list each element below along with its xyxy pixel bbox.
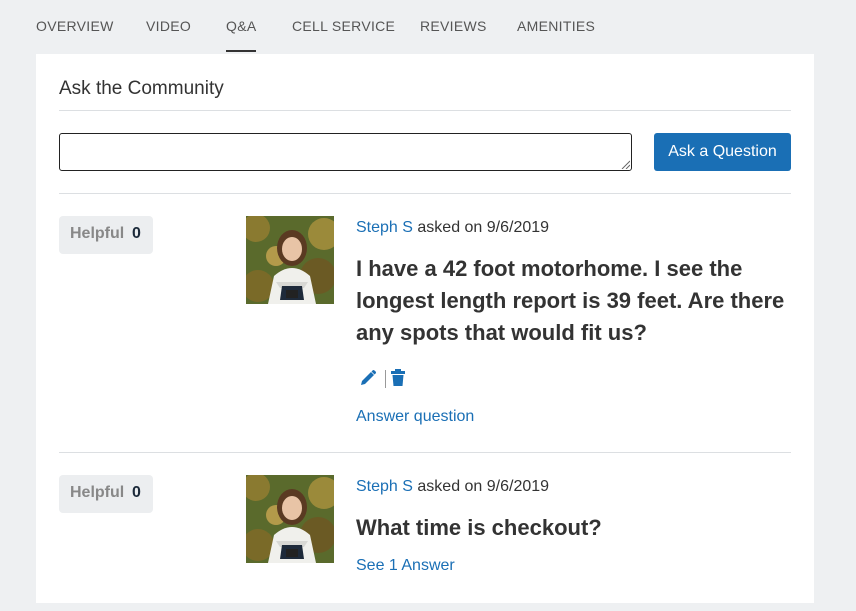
asked-date: asked on 9/6/2019 bbox=[417, 478, 550, 495]
action-divider bbox=[385, 370, 386, 388]
community-title: Ask the Community bbox=[59, 78, 224, 99]
tab-cell-service[interactable]: CELL SERVICE bbox=[292, 18, 395, 34]
tab-qa[interactable]: Q&A bbox=[226, 18, 257, 52]
tab-reviews[interactable]: REVIEWS bbox=[420, 18, 487, 34]
tab-video[interactable]: VIDEO bbox=[146, 18, 191, 34]
pencil-icon[interactable] bbox=[359, 369, 377, 387]
divider bbox=[59, 110, 791, 111]
avatar bbox=[246, 475, 334, 563]
user-link[interactable]: Steph S bbox=[356, 478, 413, 495]
question-text: What time is checkout? bbox=[356, 515, 602, 540]
tab-amenities[interactable]: AMENITIES bbox=[517, 18, 595, 34]
question-actions bbox=[359, 369, 409, 389]
see-answers-link[interactable]: See 1 Answer bbox=[356, 557, 455, 575]
helpful-count: 0 bbox=[132, 225, 141, 242]
question-meta: Steph S asked on 9/6/2019 bbox=[356, 219, 549, 237]
helpful-label: Helpful bbox=[70, 484, 125, 501]
divider bbox=[59, 193, 791, 194]
helpful-button[interactable]: Helpful 0 bbox=[59, 475, 153, 513]
tab-bar: OVERVIEW VIDEO Q&A CELL SERVICE REVIEWS … bbox=[0, 0, 856, 54]
avatar bbox=[246, 216, 334, 304]
asked-date: asked on 9/6/2019 bbox=[417, 219, 550, 236]
helpful-count: 0 bbox=[132, 484, 141, 501]
community-card: Ask the Community Ask a Question Helpful… bbox=[36, 54, 814, 603]
trash-icon[interactable] bbox=[390, 369, 406, 387]
ask-question-button[interactable]: Ask a Question bbox=[654, 133, 791, 171]
question-meta: Steph S asked on 9/6/2019 bbox=[356, 478, 549, 496]
helpful-button[interactable]: Helpful 0 bbox=[59, 216, 153, 254]
divider bbox=[59, 452, 791, 453]
resize-grip-icon[interactable] bbox=[620, 159, 630, 169]
answer-question-link[interactable]: Answer question bbox=[356, 408, 474, 426]
question-text: I have a 42 foot motorhome. I see the lo… bbox=[356, 256, 785, 345]
user-link[interactable]: Steph S bbox=[356, 219, 413, 236]
question-input[interactable] bbox=[59, 133, 632, 171]
helpful-label: Helpful bbox=[70, 225, 125, 242]
tab-overview[interactable]: OVERVIEW bbox=[36, 18, 114, 34]
